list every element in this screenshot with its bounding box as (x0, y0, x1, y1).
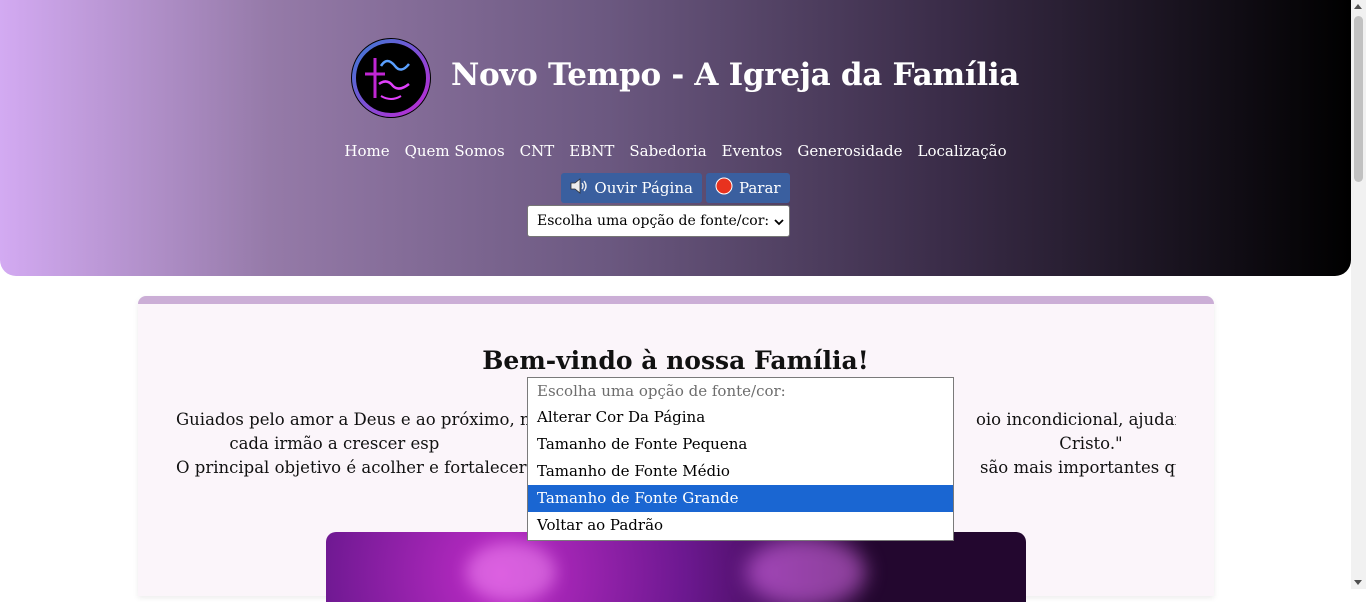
font-color-select[interactable]: Escolha uma opção de fonte/cor: (527, 205, 790, 237)
nav-sabedoria[interactable]: Sabedoria (629, 142, 706, 160)
tts-controls: Ouvir Página Parar (0, 173, 1351, 203)
intro-line-1-left: Guiados pelo amor a Deus e ao próximo, n… (176, 410, 549, 429)
font-color-dropdown-list: Escolha uma opção de fonte/cor: Alterar … (527, 377, 954, 541)
chevron-down-icon (774, 215, 784, 231)
intro-line-1-right: oio incondicional, ajudando (975, 410, 1176, 429)
nav-cnt[interactable]: CNT (520, 142, 555, 160)
page-scrollbar[interactable] (1351, 0, 1366, 589)
stop-button[interactable]: Parar (705, 173, 790, 203)
nav-eventos[interactable]: Eventos (722, 142, 783, 160)
font-color-select-value: Escolha uma opção de fonte/cor: (537, 213, 770, 229)
listen-page-label: Ouvir Página (594, 179, 693, 197)
scroll-up-icon[interactable] (1354, 4, 1362, 9)
dropdown-option-reset[interactable]: Voltar ao Padrão (528, 512, 953, 539)
stop-label: Parar (738, 179, 781, 197)
dropdown-option-font-small[interactable]: Tamanho de Fonte Pequena (528, 431, 953, 458)
listen-page-button[interactable]: Ouvir Página (561, 173, 702, 203)
nav-generosidade[interactable]: Generosidade (797, 142, 902, 160)
speaker-icon (570, 178, 588, 198)
welcome-title: Bem-vindo à nossa Família! (482, 346, 869, 375)
site-title: Novo Tempo - A Igreja da Família (451, 57, 1020, 93)
scrollbar-thumb[interactable] (1354, 16, 1363, 182)
nav-ebnt[interactable]: EBNT (569, 142, 614, 160)
dropdown-option-font-medium[interactable]: Tamanho de Fonte Médio (528, 458, 953, 485)
nav-quem-somos[interactable]: Quem Somos (405, 142, 505, 160)
nav-home[interactable]: Home (344, 142, 389, 160)
worship-photo (326, 532, 1026, 602)
scroll-down-icon[interactable] (1354, 580, 1362, 585)
intro-line-3-left: O principal objetivo é acolher e fortale… (176, 458, 550, 477)
main-nav: Home Quem Somos CNT EBNT Sabedoria Event… (0, 142, 1351, 160)
stop-icon (715, 177, 733, 199)
intro-line-2-right: Cristo." (1059, 434, 1123, 453)
site-header: Novo Tempo - A Igreja da Família Home Qu… (0, 0, 1351, 276)
dropdown-option-font-large[interactable]: Tamanho de Fonte Grande (528, 485, 953, 512)
dropdown-option-placeholder[interactable]: Escolha uma opção de fonte/cor: (528, 378, 953, 404)
intro-line-3-right: são mais importantes que (980, 458, 1176, 477)
intro-line-2-left: cada irmão a crescer esp (229, 434, 440, 453)
nav-localizacao[interactable]: Localização (917, 142, 1006, 160)
dropdown-option-change-color[interactable]: Alterar Cor Da Página (528, 404, 953, 431)
church-logo[interactable] (351, 38, 431, 118)
